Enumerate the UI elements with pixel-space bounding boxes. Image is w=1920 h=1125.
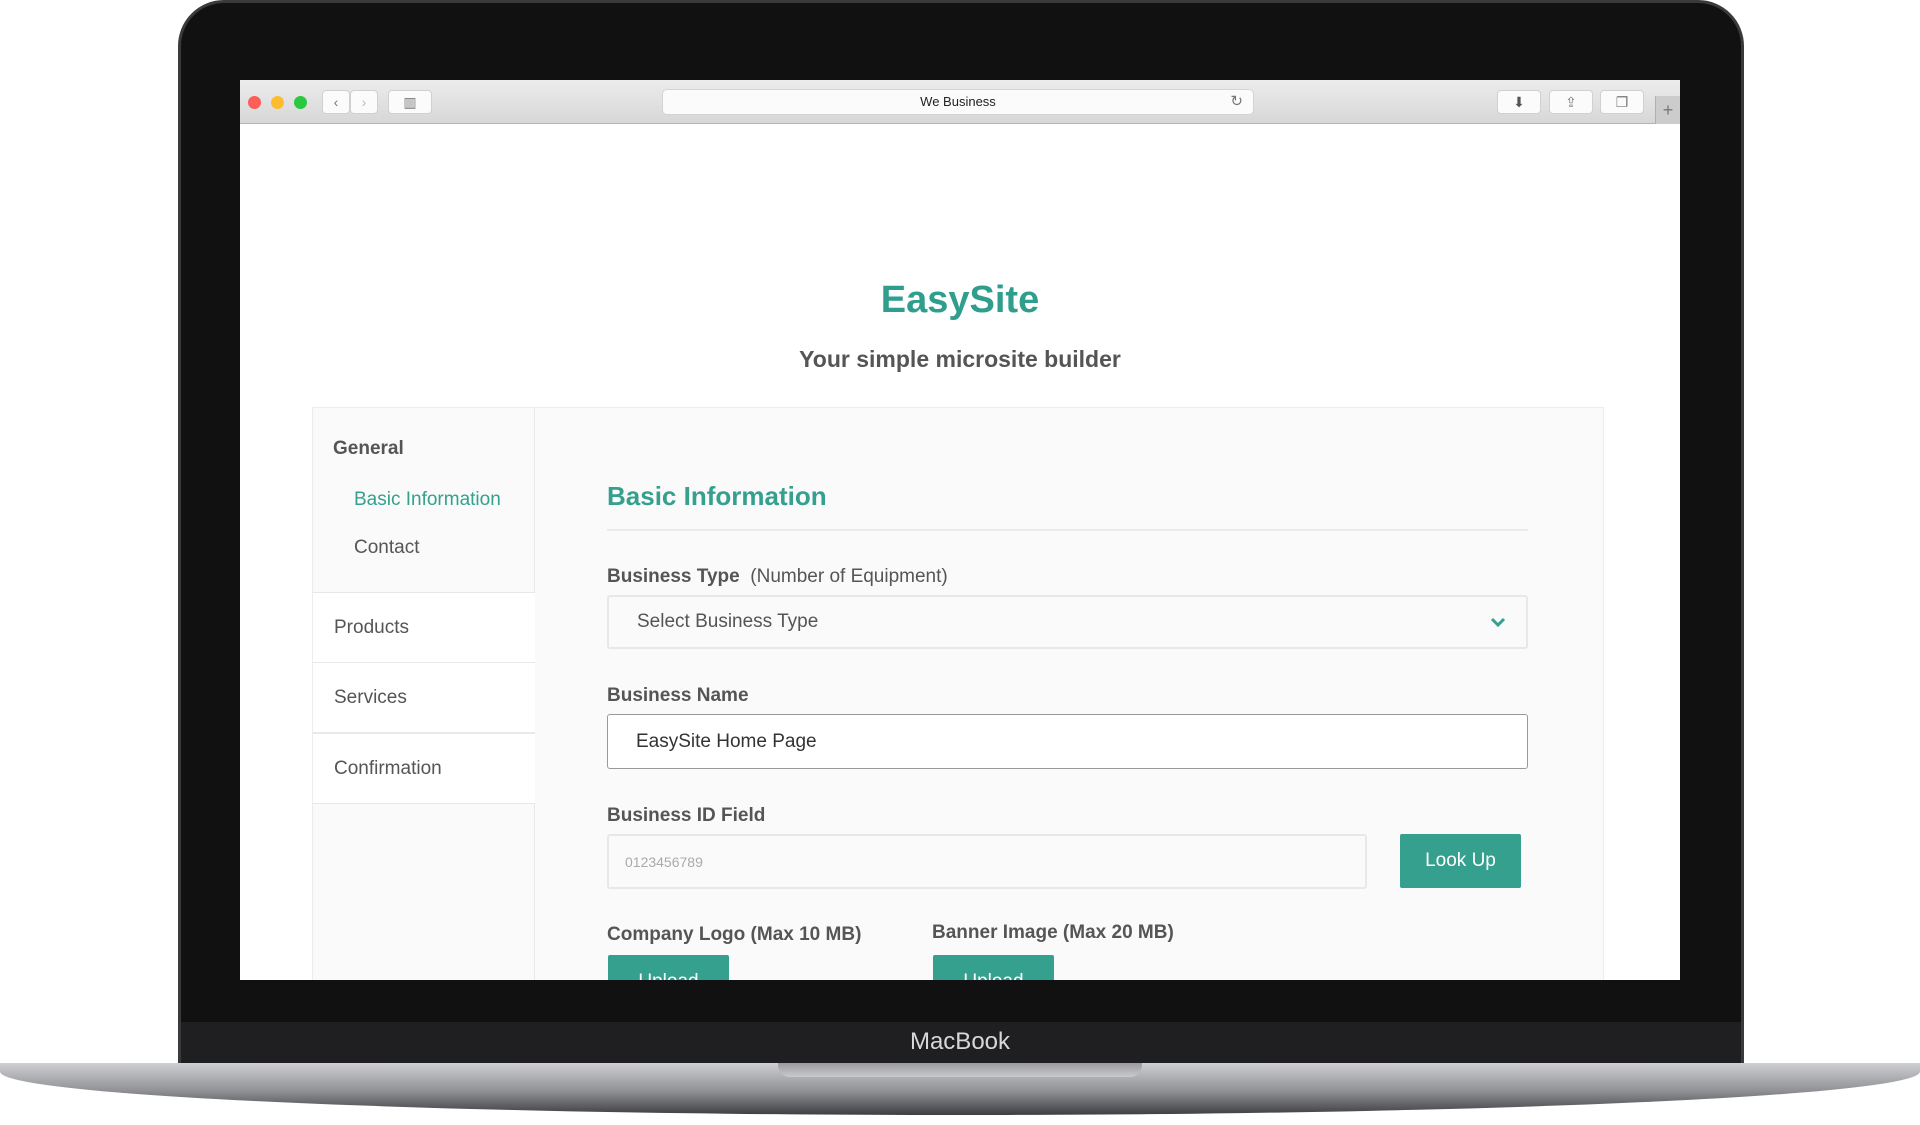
chevron-left-icon: ‹ bbox=[333, 94, 339, 110]
new-tab-button[interactable]: + bbox=[1655, 96, 1680, 124]
close-window-button[interactable] bbox=[248, 96, 261, 109]
page-subtitle: Your simple microsite builder bbox=[799, 346, 1121, 372]
download-icon: ⬇ bbox=[1513, 94, 1525, 110]
sidebar-group-general: General bbox=[333, 438, 404, 459]
chevron-down-icon bbox=[1490, 617, 1506, 627]
sidebar-item-basic-information[interactable]: Basic Information bbox=[354, 489, 501, 511]
business-name-label: Business Name bbox=[607, 685, 749, 706]
chevron-right-icon: › bbox=[361, 94, 367, 110]
sidebar-item-contact[interactable]: Contact bbox=[354, 537, 419, 559]
business-type-hint: (Number of Equipment) bbox=[750, 566, 948, 587]
sidebar-icon: ▥ bbox=[403, 94, 417, 110]
sidebar-item-confirmation[interactable]: Confirmation bbox=[313, 733, 535, 804]
business-type-label: Business Type (Number of Equipment) bbox=[607, 566, 948, 587]
business-id-placeholder: 0123456789 bbox=[625, 853, 703, 870]
maximize-window-button[interactable] bbox=[294, 96, 307, 109]
sidebar-item-services[interactable]: Services bbox=[313, 662, 535, 733]
business-type-placeholder: Select Business Type bbox=[637, 611, 819, 632]
minimize-window-button[interactable] bbox=[271, 96, 284, 109]
banner-image-upload-button[interactable]: Upload bbox=[933, 955, 1054, 980]
page-title: EasySite bbox=[880, 279, 1040, 321]
business-name-input[interactable]: EasySite Home Page bbox=[607, 714, 1528, 769]
section-heading: Basic Information bbox=[607, 481, 827, 511]
sidebar: General Basic Information Contact Produc… bbox=[313, 408, 535, 980]
plus-icon: + bbox=[1662, 100, 1674, 120]
look-up-button[interactable]: Look Up bbox=[1400, 834, 1521, 888]
banner-image-label: Banner Image (Max 20 MB) bbox=[932, 922, 1174, 943]
back-button[interactable]: ‹ bbox=[322, 90, 350, 114]
page-content: EasySite Your simple microsite builder G… bbox=[240, 124, 1680, 980]
share-icon: ⇪ bbox=[1565, 94, 1577, 110]
address-bar[interactable]: We Business ↻ bbox=[662, 89, 1254, 115]
tabs-button[interactable]: ❐ bbox=[1600, 90, 1644, 114]
browser-toolbar: ‹ › ▥ We Business ↻ ⬇ ⇪ ❐ + bbox=[240, 80, 1680, 124]
page-title-in-address-bar: We Business bbox=[920, 94, 996, 109]
sidebar-item-products[interactable]: Products bbox=[313, 592, 535, 663]
company-logo-upload-button[interactable]: Upload bbox=[608, 955, 729, 980]
business-name-value: EasySite Home Page bbox=[636, 730, 817, 752]
downloads-button[interactable]: ⬇ bbox=[1497, 90, 1541, 114]
form-panel: General Basic Information Contact Produc… bbox=[312, 407, 1604, 980]
business-type-select[interactable]: Select Business Type bbox=[607, 595, 1528, 649]
tabs-icon: ❐ bbox=[1615, 94, 1629, 110]
device-label: MacBook bbox=[909, 1028, 1011, 1055]
company-logo-label: Company Logo (Max 10 MB) bbox=[607, 924, 862, 945]
laptop-notch bbox=[778, 1063, 1142, 1077]
reload-icon[interactable]: ↻ bbox=[1230, 90, 1243, 114]
sidebar-toggle-button[interactable]: ▥ bbox=[388, 90, 432, 114]
business-id-label: Business ID Field bbox=[607, 805, 766, 826]
section-divider bbox=[607, 529, 1528, 531]
forward-button[interactable]: › bbox=[350, 90, 378, 114]
business-id-input[interactable]: 0123456789 bbox=[607, 834, 1367, 889]
share-button[interactable]: ⇪ bbox=[1549, 90, 1593, 114]
browser-window: ‹ › ▥ We Business ↻ ⬇ ⇪ ❐ + EasySite You… bbox=[240, 80, 1680, 980]
